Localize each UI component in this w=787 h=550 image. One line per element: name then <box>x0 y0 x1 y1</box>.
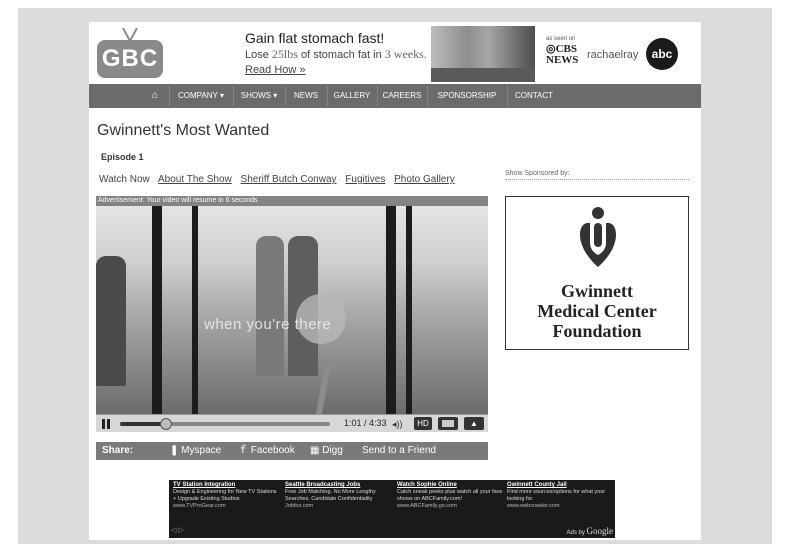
ad-url: www.webcrawler.com <box>507 503 560 509</box>
digg-label: Digg <box>322 445 343 456</box>
read-how-link[interactable]: Read How » <box>245 64 445 76</box>
heart-logo-icon <box>580 207 616 267</box>
facebook-link[interactable]: ｆ Facebook <box>238 442 295 460</box>
episode-label: Episode 1 <box>101 152 144 162</box>
seek-handle[interactable] <box>160 418 173 430</box>
digg-link[interactable]: ▦ Digg <box>310 442 343 460</box>
ad-unit[interactable]: Watch Sophie Online Catch sneak peeks pl… <box>397 482 505 510</box>
pause-icon[interactable] <box>100 417 112 431</box>
video-pillar <box>152 206 162 416</box>
seen-on-label: as seen on <box>546 36 576 42</box>
nav-home-icon[interactable]: ⌂ <box>141 84 169 108</box>
sponsor-name-line3: Foundation <box>552 321 642 341</box>
fullscreen-button[interactable] <box>438 417 458 430</box>
cbs-line2: NEWS <box>546 54 579 66</box>
ad-sub-prefix: Lose <box>245 49 269 61</box>
ad-photo[interactable] <box>431 26 535 82</box>
time-display: 1:01 / 4:33 <box>344 418 387 428</box>
ad-desc: Free Job Matching. No More Lengthy Searc… <box>285 489 376 502</box>
sponsor-label: Show Sponsored by: <box>505 170 689 180</box>
abc-logo: abc <box>646 38 678 70</box>
video-pillar <box>386 206 396 416</box>
sponsor-ad[interactable]: Gwinnett Medical Center Foundation <box>505 196 689 350</box>
logo-text: GBC <box>97 40 163 78</box>
video-person <box>96 256 126 386</box>
ad-url: Jobfox.com <box>285 503 314 509</box>
ad-unit[interactable]: Gwinnett County Jail Find more sources/o… <box>507 482 615 510</box>
video-caption: when you're there <box>204 316 332 333</box>
ad-strip: TV Station Integration Design & Engineer… <box>169 480 615 538</box>
ad-desc: Catch sneak peeks plus watch all your fa… <box>397 489 503 502</box>
nav-item-company[interactable]: COMPANY ▾ <box>169 84 233 108</box>
sponsor-name-line1: Gwinnett <box>561 281 633 301</box>
video-pillar <box>406 206 412 416</box>
myspace-label: Myspace <box>181 445 222 456</box>
nav-item-contact[interactable]: CONTACT <box>507 84 561 108</box>
main-nav: ⌂ COMPANY ▾ SHOWS ▾ NEWS GALLERY CAREERS… <box>89 84 701 108</box>
tab-photo-gallery[interactable]: Photo Gallery <box>394 174 455 185</box>
nav-item-news[interactable]: NEWS <box>285 84 327 108</box>
ad-nav-arrows[interactable]: ◁ ▷ <box>171 526 184 534</box>
tab-about-the-show[interactable]: About The Show <box>158 174 232 185</box>
google-logo: Google <box>586 526 614 536</box>
video-frame[interactable]: when you're there <box>96 196 488 416</box>
ad-url: www.ABCFamily.go.com <box>397 503 457 509</box>
video-person <box>256 236 284 376</box>
video-pillar <box>192 206 198 416</box>
nav-item-gallery[interactable]: GALLERY <box>327 84 377 108</box>
nav-item-sponsorship[interactable]: SPONSORSHIP <box>427 84 507 108</box>
web-page: GBC Gain flat stomach fast! Lose 25lbs o… <box>89 22 701 540</box>
volume-icon[interactable]: ◂)) <box>392 419 403 432</box>
page-title: Gwinnett's Most Wanted <box>97 122 270 139</box>
ad-desc: Design & Engineering for New TV Stations… <box>173 489 277 502</box>
ad-title[interactable]: Watch Sophie Online <box>397 482 505 489</box>
ad-title[interactable]: Seattle Broadcasting Jobs <box>285 482 393 489</box>
player-controls: 1:01 / 4:33 ◂)) HD ▲ <box>96 414 488 432</box>
tab-sheriff[interactable]: Sheriff Butch Conway <box>241 174 337 185</box>
sponsor-name: Gwinnett Medical Center Foundation <box>506 281 688 341</box>
show-tabs: Watch Now About The Show Sheriff Butch C… <box>99 174 461 185</box>
video-player[interactable]: when you're there Advertisement: Your vi… <box>96 196 488 432</box>
ad-url: www.TVProGear.com <box>173 503 226 509</box>
hd-button[interactable]: HD <box>414 417 432 430</box>
menu-up-button[interactable]: ▲ <box>464 417 484 430</box>
ad-headline: Gain flat stomach fast! <box>245 30 385 46</box>
ad-subtext: Lose 25lbs of stomach fat in 3 weeks. <box>245 47 445 62</box>
nav-item-shows[interactable]: SHOWS ▾ <box>233 84 285 108</box>
ad-desc: Find more sources/options for what your … <box>507 489 606 502</box>
nav-item-careers[interactable]: CAREERS <box>377 84 427 108</box>
facebook-label: Facebook <box>250 445 295 456</box>
ad-unit[interactable]: Seattle Broadcasting Jobs Free Job Match… <box>285 482 393 510</box>
share-label: Share: <box>102 445 134 456</box>
sponsor-name-line2: Medical Center <box>537 301 657 321</box>
ads-by-google[interactable]: Ads by Google <box>566 526 613 536</box>
seek-bar[interactable] <box>120 418 330 430</box>
rachael-ray-logo: rachaelray <box>587 49 639 61</box>
banner-ad[interactable]: Gain flat stomach fast! Lose 25lbs of st… <box>245 30 445 76</box>
myspace-link[interactable]: ❚ Myspace <box>170 442 221 460</box>
tab-fugitives[interactable]: Fugitives <box>345 174 385 185</box>
video-ad-notice: Advertisement: Your video will resume in… <box>96 196 488 206</box>
send-to-friend-link[interactable]: Send to a Friend <box>362 442 436 460</box>
ad-sub-num1: 25lbs <box>271 47 298 61</box>
tab-watch-now[interactable]: Watch Now <box>99 174 150 185</box>
ad-title[interactable]: Gwinnett County Jail <box>507 482 615 489</box>
cbs-news-logo: ◎CBS NEWS <box>546 44 578 66</box>
ad-unit[interactable]: TV Station Integration Design & Engineer… <box>173 482 281 510</box>
frame: GBC Gain flat stomach fast! Lose 25lbs o… <box>0 0 787 550</box>
gbc-logo[interactable]: GBC <box>97 28 163 78</box>
ads-by-label: Ads by <box>566 530 585 536</box>
ad-sub-mid: of stomach fat in <box>301 49 382 61</box>
share-bar: Share: ❚ Myspace ｆ Facebook ▦ Digg Send … <box>96 442 488 460</box>
ad-title[interactable]: TV Station Integration <box>173 482 281 489</box>
ad-sub-num2: 3 weeks. <box>384 47 427 61</box>
ad-photo-jeans <box>431 68 535 82</box>
